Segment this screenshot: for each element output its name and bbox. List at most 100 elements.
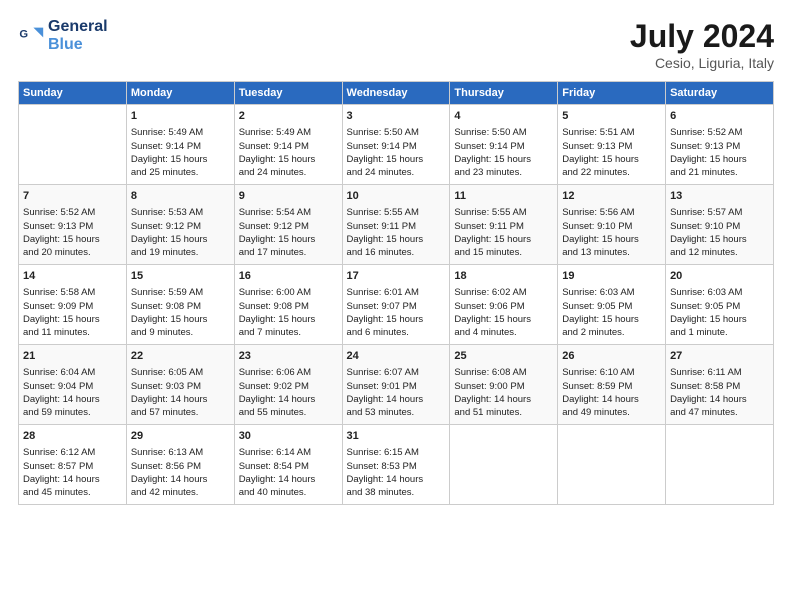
day-info: Sunrise: 5:57 AM Sunset: 9:10 PM Dayligh… bbox=[670, 206, 769, 259]
day-number: 21 bbox=[23, 349, 122, 364]
day-number: 12 bbox=[562, 189, 661, 204]
day-info: Sunrise: 6:15 AM Sunset: 8:53 PM Dayligh… bbox=[347, 446, 446, 499]
day-info: Sunrise: 5:55 AM Sunset: 9:11 PM Dayligh… bbox=[347, 206, 446, 259]
calendar-cell: 29 Sunrise: 6:13 AM Sunset: 8:56 PM Dayli… bbox=[126, 425, 234, 505]
day-number: 27 bbox=[670, 349, 769, 364]
day-info: Sunrise: 6:01 AM Sunset: 9:07 PM Dayligh… bbox=[347, 286, 446, 339]
column-header-sunday: Sunday bbox=[19, 82, 127, 105]
day-info: Sunrise: 5:56 AM Sunset: 9:10 PM Dayligh… bbox=[562, 206, 661, 259]
day-info: Sunrise: 5:50 AM Sunset: 9:14 PM Dayligh… bbox=[347, 126, 446, 179]
column-header-saturday: Saturday bbox=[666, 82, 774, 105]
calendar-cell: 26 Sunrise: 6:10 AM Sunset: 8:59 PM Dayli… bbox=[558, 345, 666, 425]
calendar-cell: 14 Sunrise: 5:58 AM Sunset: 9:09 PM Dayli… bbox=[19, 265, 127, 345]
day-info: Sunrise: 5:55 AM Sunset: 9:11 PM Dayligh… bbox=[454, 206, 553, 259]
calendar-cell: 7Sunrise: 5:52 AM Sunset: 9:13 PM Daylig… bbox=[19, 185, 127, 265]
calendar-cell bbox=[19, 105, 127, 185]
location: Cesio, Liguria, Italy bbox=[630, 55, 774, 71]
column-header-friday: Friday bbox=[558, 82, 666, 105]
column-header-wednesday: Wednesday bbox=[342, 82, 450, 105]
calendar-cell bbox=[450, 425, 558, 505]
day-info: Sunrise: 6:11 AM Sunset: 8:58 PM Dayligh… bbox=[670, 366, 769, 419]
calendar-table: SundayMondayTuesdayWednesdayThursdayFrid… bbox=[18, 81, 774, 505]
day-number: 26 bbox=[562, 349, 661, 364]
day-number: 29 bbox=[131, 429, 230, 444]
calendar-cell: 28Sunrise: 6:12 AM Sunset: 8:57 PM Dayli… bbox=[19, 425, 127, 505]
day-info: Sunrise: 5:58 AM Sunset: 9:09 PM Dayligh… bbox=[23, 286, 122, 339]
calendar-cell bbox=[558, 425, 666, 505]
calendar-cell: 27 Sunrise: 6:11 AM Sunset: 8:58 PM Dayli… bbox=[666, 345, 774, 425]
day-info: Sunrise: 5:49 AM Sunset: 9:14 PM Dayligh… bbox=[131, 126, 230, 179]
calendar-cell: 13 Sunrise: 5:57 AM Sunset: 9:10 PM Dayli… bbox=[666, 185, 774, 265]
day-number: 8 bbox=[131, 189, 230, 204]
logo: G General Blue bbox=[18, 18, 108, 53]
calendar-cell: 23 Sunrise: 6:06 AM Sunset: 9:02 PM Dayli… bbox=[234, 345, 342, 425]
day-info: Sunrise: 5:52 AM Sunset: 9:13 PM Dayligh… bbox=[670, 126, 769, 179]
day-info: Sunrise: 6:02 AM Sunset: 9:06 PM Dayligh… bbox=[454, 286, 553, 339]
calendar-cell: 11 Sunrise: 5:55 AM Sunset: 9:11 PM Dayli… bbox=[450, 185, 558, 265]
day-number: 19 bbox=[562, 269, 661, 284]
day-number: 9 bbox=[239, 189, 338, 204]
day-number: 15 bbox=[131, 269, 230, 284]
calendar-row: 14 Sunrise: 5:58 AM Sunset: 9:09 PM Dayli… bbox=[19, 265, 774, 345]
day-number: 24 bbox=[347, 349, 446, 364]
calendar-cell: 5 Sunrise: 5:51 AM Sunset: 9:13 PM Daylig… bbox=[558, 105, 666, 185]
calendar-cell: 10 Sunrise: 5:55 AM Sunset: 9:11 PM Dayli… bbox=[342, 185, 450, 265]
calendar-cell: 30 Sunrise: 6:14 AM Sunset: 8:54 PM Dayli… bbox=[234, 425, 342, 505]
day-number: 22 bbox=[131, 349, 230, 364]
day-number: 14 bbox=[23, 269, 122, 284]
day-info: Sunrise: 5:51 AM Sunset: 9:13 PM Dayligh… bbox=[562, 126, 661, 179]
calendar-cell bbox=[666, 425, 774, 505]
calendar-cell: 2Sunrise: 5:49 AM Sunset: 9:14 PM Daylig… bbox=[234, 105, 342, 185]
day-info: Sunrise: 5:59 AM Sunset: 9:08 PM Dayligh… bbox=[131, 286, 230, 339]
day-info: Sunrise: 6:07 AM Sunset: 9:01 PM Dayligh… bbox=[347, 366, 446, 419]
day-info: Sunrise: 5:52 AM Sunset: 9:13 PM Dayligh… bbox=[23, 206, 122, 259]
calendar-cell: 12 Sunrise: 5:56 AM Sunset: 9:10 PM Dayli… bbox=[558, 185, 666, 265]
calendar-row: 7Sunrise: 5:52 AM Sunset: 9:13 PM Daylig… bbox=[19, 185, 774, 265]
day-info: Sunrise: 5:53 AM Sunset: 9:12 PM Dayligh… bbox=[131, 206, 230, 259]
day-info: Sunrise: 6:04 AM Sunset: 9:04 PM Dayligh… bbox=[23, 366, 122, 419]
page-header: G General Blue July 2024 Cesio, Liguria,… bbox=[18, 18, 774, 71]
day-number: 20 bbox=[670, 269, 769, 284]
calendar-row: 21 Sunrise: 6:04 AM Sunset: 9:04 PM Dayli… bbox=[19, 345, 774, 425]
day-info: Sunrise: 6:03 AM Sunset: 9:05 PM Dayligh… bbox=[562, 286, 661, 339]
day-number: 6 bbox=[670, 109, 769, 124]
calendar-row: 28Sunrise: 6:12 AM Sunset: 8:57 PM Dayli… bbox=[19, 425, 774, 505]
column-headers: SundayMondayTuesdayWednesdayThursdayFrid… bbox=[19, 82, 774, 105]
day-info: Sunrise: 6:12 AM Sunset: 8:57 PM Dayligh… bbox=[23, 446, 122, 499]
calendar-cell: 20Sunrise: 6:03 AM Sunset: 9:05 PM Dayli… bbox=[666, 265, 774, 345]
calendar-cell: 6 Sunrise: 5:52 AM Sunset: 9:13 PM Daylig… bbox=[666, 105, 774, 185]
calendar-cell: 21 Sunrise: 6:04 AM Sunset: 9:04 PM Dayli… bbox=[19, 345, 127, 425]
month-year: July 2024 bbox=[630, 18, 774, 55]
day-number: 5 bbox=[562, 109, 661, 124]
day-number: 25 bbox=[454, 349, 553, 364]
day-info: Sunrise: 6:06 AM Sunset: 9:02 PM Dayligh… bbox=[239, 366, 338, 419]
title-block: July 2024 Cesio, Liguria, Italy bbox=[630, 18, 774, 71]
calendar-cell: 24 Sunrise: 6:07 AM Sunset: 9:01 PM Dayli… bbox=[342, 345, 450, 425]
day-number: 10 bbox=[347, 189, 446, 204]
day-number: 16 bbox=[239, 269, 338, 284]
calendar-cell: 22 Sunrise: 6:05 AM Sunset: 9:03 PM Dayli… bbox=[126, 345, 234, 425]
day-info: Sunrise: 6:14 AM Sunset: 8:54 PM Dayligh… bbox=[239, 446, 338, 499]
logo-line1: General bbox=[48, 18, 108, 36]
day-number: 30 bbox=[239, 429, 338, 444]
calendar-cell: 4Sunrise: 5:50 AM Sunset: 9:14 PM Daylig… bbox=[450, 105, 558, 185]
day-number: 18 bbox=[454, 269, 553, 284]
logo-line2: Blue bbox=[48, 36, 108, 54]
day-number: 17 bbox=[347, 269, 446, 284]
day-number: 23 bbox=[239, 349, 338, 364]
day-number: 4 bbox=[454, 109, 553, 124]
calendar-cell: 17 Sunrise: 6:01 AM Sunset: 9:07 PM Dayli… bbox=[342, 265, 450, 345]
day-info: Sunrise: 6:08 AM Sunset: 9:00 PM Dayligh… bbox=[454, 366, 553, 419]
day-number: 3 bbox=[347, 109, 446, 124]
calendar-cell: 31 Sunrise: 6:15 AM Sunset: 8:53 PM Dayli… bbox=[342, 425, 450, 505]
day-info: Sunrise: 6:05 AM Sunset: 9:03 PM Dayligh… bbox=[131, 366, 230, 419]
calendar-row: 1Sunrise: 5:49 AM Sunset: 9:14 PM Daylig… bbox=[19, 105, 774, 185]
day-number: 11 bbox=[454, 189, 553, 204]
day-number: 13 bbox=[670, 189, 769, 204]
day-info: Sunrise: 6:10 AM Sunset: 8:59 PM Dayligh… bbox=[562, 366, 661, 419]
calendar-cell: 8 Sunrise: 5:53 AM Sunset: 9:12 PM Daylig… bbox=[126, 185, 234, 265]
column-header-tuesday: Tuesday bbox=[234, 82, 342, 105]
day-info: Sunrise: 6:13 AM Sunset: 8:56 PM Dayligh… bbox=[131, 446, 230, 499]
day-number: 31 bbox=[347, 429, 446, 444]
calendar-cell: 19 Sunrise: 6:03 AM Sunset: 9:05 PM Dayli… bbox=[558, 265, 666, 345]
